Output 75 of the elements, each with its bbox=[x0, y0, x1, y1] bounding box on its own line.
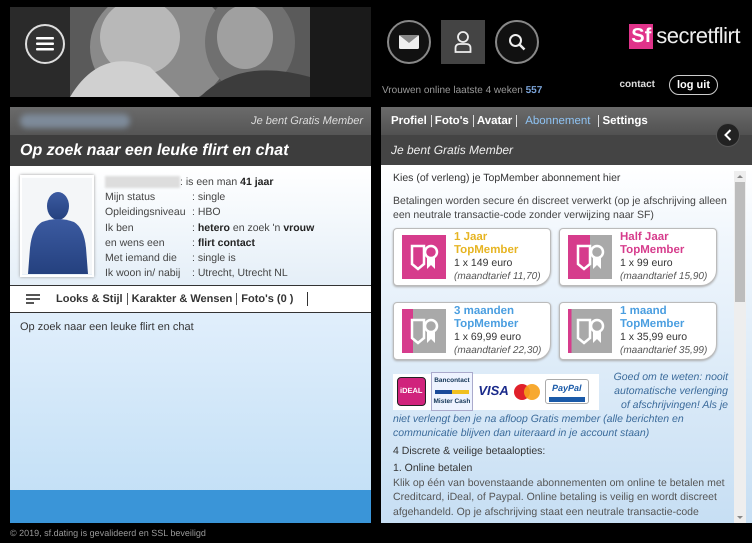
notice-text: Goed om te weten: nooit automatische verlenging of afschrijvingen! Als je bbox=[612, 370, 730, 412]
field-label: Ik woon in/ nabij bbox=[105, 266, 182, 282]
badge-icon bbox=[402, 234, 446, 278]
field-value: : flirt contact bbox=[192, 236, 256, 251]
online-count-text: Vrouwen online laatste 4 weken 557 bbox=[382, 85, 542, 96]
plan-monthly-rate: (maandtarief 22,30) bbox=[454, 344, 542, 356]
plan-subtitle: TopMember bbox=[454, 318, 520, 330]
plan-monthly-rate: (maandtarief 35,99) bbox=[620, 344, 708, 356]
plan-card[interactable]: 1 maand TopMember 1 x 35,99 euro (maandtarief 35,99) bbox=[559, 302, 717, 360]
plan-card[interactable]: 3 maanden TopMember 1 x 69,99 euro (maandtarief 22,30) bbox=[393, 302, 551, 360]
profile-tab[interactable]: Karakter & Wensen bbox=[126, 293, 236, 305]
menu-icon bbox=[36, 37, 54, 51]
plan-monthly-rate: (maandtarief 11,70) bbox=[454, 270, 541, 282]
search-icon bbox=[508, 33, 526, 51]
member-status: Je bent Gratis Member bbox=[251, 115, 363, 127]
chevron-left-icon bbox=[724, 129, 732, 141]
search-button[interactable] bbox=[495, 20, 539, 64]
logo-mark: Sf bbox=[629, 24, 654, 48]
field-value: : hetero en zoek 'n vrouw bbox=[192, 220, 314, 236]
section-heading: 4 Discrete & veilige betaalopties: bbox=[393, 444, 546, 458]
plan-price: 1 x 35,99 euro bbox=[620, 330, 688, 344]
plan-monthly-rate: (maandtarief 15,90) bbox=[620, 270, 708, 282]
member-status: Je bent Gratis Member bbox=[391, 143, 514, 157]
list-icon bbox=[26, 294, 40, 304]
intro-text: Betalingen worden secure én discreet verwerkt (op je afschrijving alleen een neutrale transactie-code zonder verwijzing naar SF) bbox=[393, 194, 728, 222]
account-tab[interactable]: Foto's bbox=[430, 115, 473, 127]
field-value: : single bbox=[192, 190, 226, 206]
user-icon bbox=[454, 31, 472, 53]
badge-icon bbox=[568, 308, 612, 352]
account-tab[interactable]: Avatar bbox=[472, 115, 516, 127]
badge-icon bbox=[568, 234, 612, 278]
contact-link[interactable]: contact bbox=[619, 79, 655, 90]
plan-subtitle: TopMember bbox=[620, 318, 686, 330]
plan-title: 3 maanden bbox=[454, 304, 516, 318]
plan-title: 1 maand bbox=[620, 304, 668, 318]
paypal-logo: PayPal bbox=[544, 378, 589, 404]
plan-card[interactable]: 1 Jaar TopMember 1 x 149 euro (maandtarief 11,70) bbox=[393, 228, 551, 286]
profile-title: Op zoek naar een leuke flirt en chat bbox=[10, 135, 371, 166]
plan-title: 1 Jaar bbox=[454, 230, 488, 244]
messages-button[interactable] bbox=[387, 20, 431, 64]
visa-logo: VISA bbox=[478, 384, 509, 399]
scrollbar[interactable] bbox=[734, 171, 746, 523]
field-value: : is een man 41 jaar bbox=[180, 175, 274, 190]
field-label: Met iemand die bbox=[105, 251, 178, 266]
badge-icon bbox=[402, 308, 446, 352]
field-label: Ik ben bbox=[105, 220, 135, 236]
plan-title: Half Jaar bbox=[620, 230, 670, 244]
plan-price: 1 x 99 euro bbox=[620, 256, 674, 270]
account-tab[interactable]: Profiel bbox=[391, 115, 431, 127]
footer-text: © 2019, sf.dating is gevalideerd en SSL beveiligd bbox=[10, 528, 207, 538]
section-heading: Kies (of verleng) je TopMember abonnement hier bbox=[393, 171, 622, 186]
account-tab[interactable]: Abonnement bbox=[516, 115, 598, 127]
plan-subtitle: TopMember bbox=[620, 244, 686, 256]
field-label: en wens een bbox=[105, 236, 166, 251]
plan-price: 1 x 149 euro bbox=[454, 256, 514, 270]
field-value: : single is bbox=[192, 251, 236, 266]
plan-card[interactable]: Half Jaar TopMember 1 x 99 euro (maandtarief 15,90) bbox=[559, 228, 717, 286]
mastercard-logo bbox=[514, 384, 540, 400]
profile-tab[interactable]: Looks & Stijl bbox=[52, 293, 127, 305]
logo-name: secretflirt bbox=[656, 23, 740, 49]
profile-button[interactable] bbox=[441, 20, 485, 64]
notice-text: niet verlengt ben je na afloop Gratis member (alle berichten en communicatie blijven dan uiteraard in je account staan) bbox=[393, 412, 685, 440]
account-tab[interactable]: Settings bbox=[598, 115, 652, 127]
logout-button[interactable]: log uit bbox=[669, 74, 718, 94]
plan-price: 1 x 69,99 euro bbox=[454, 330, 522, 344]
plan-subtitle: TopMember bbox=[454, 244, 520, 256]
option-title: 1. Online betalen bbox=[393, 461, 474, 476]
field-value: : HBO bbox=[192, 205, 221, 220]
profile-tab[interactable]: Foto's (0 ) bbox=[236, 293, 298, 305]
field-value: : Utrecht, Utrecht NL bbox=[192, 266, 288, 282]
option-text: Klik op één van bovenstaande abonnementen om online te betalen met Creditcard, iDeal, of Paypal. Online betaling is veilig en wordt discreet afgehandeld. Op je afschrijving staat een neutrale transactie-code bbox=[393, 476, 726, 519]
field-label: Opleidingsniveau bbox=[105, 205, 187, 220]
envelope-icon bbox=[399, 35, 419, 49]
profile-description: Op zoek naar een leuke flirt en chat bbox=[20, 321, 194, 333]
field-label: Mijn status bbox=[105, 190, 156, 206]
